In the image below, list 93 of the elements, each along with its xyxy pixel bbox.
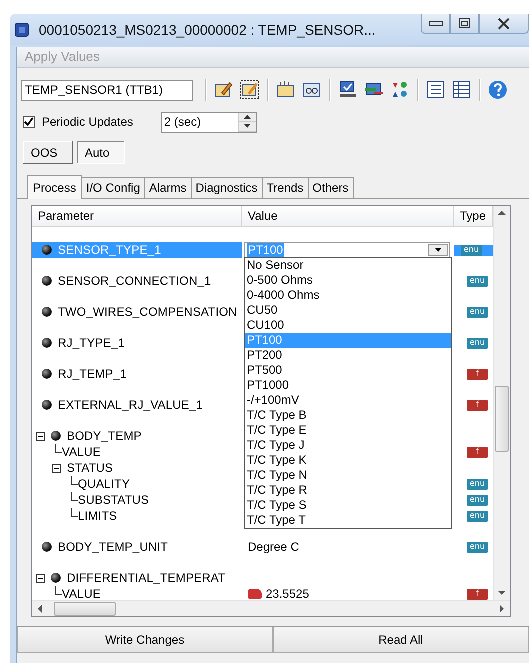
parameter-bullet-icon bbox=[42, 245, 52, 255]
footer-button[interactable]: Read All bbox=[273, 627, 529, 653]
type-badge: f bbox=[467, 446, 488, 458]
dropdown-option[interactable]: T/C Type E bbox=[245, 423, 451, 438]
dropdown-option[interactable]: T/C Type J bbox=[245, 438, 451, 453]
edit-icon[interactable] bbox=[240, 80, 260, 100]
dropdown-option[interactable]: CU50 bbox=[245, 303, 451, 318]
minimize-icon bbox=[428, 21, 442, 26]
tab[interactable]: Process bbox=[27, 175, 82, 199]
list-icon[interactable] bbox=[426, 80, 446, 100]
collapse-icon[interactable] bbox=[36, 432, 45, 440]
periodic-updates-checkbox[interactable] bbox=[23, 116, 35, 128]
scroll-thumb[interactable] bbox=[495, 386, 509, 452]
parameter-name[interactable]: LIMITS bbox=[78, 509, 118, 523]
parameter-name[interactable]: QUALITY bbox=[78, 477, 130, 491]
parameter-name[interactable]: BODY_TEMP bbox=[67, 429, 142, 443]
parameter-name[interactable]: SENSOR_CONNECTION_1 bbox=[58, 274, 212, 288]
dropdown-option[interactable]: T/C Type B bbox=[245, 408, 451, 423]
type-badge: enu bbox=[467, 494, 488, 506]
parameter-name[interactable]: VALUE bbox=[62, 587, 101, 601]
interval-spinner[interactable]: 2 (sec) bbox=[161, 112, 258, 132]
restore-icon bbox=[458, 18, 472, 30]
parameter-name[interactable]: STATUS bbox=[67, 461, 114, 475]
dropdown-option[interactable]: PT1000 bbox=[245, 378, 451, 393]
parameter-value: Degree C bbox=[248, 540, 300, 554]
parameter-bullet-icon bbox=[42, 276, 52, 286]
folder-icon[interactable] bbox=[276, 80, 296, 100]
parameter-bullet-icon bbox=[51, 573, 61, 583]
table-icon[interactable] bbox=[452, 80, 472, 100]
minimize-button[interactable] bbox=[421, 14, 450, 34]
type-badge: enu bbox=[467, 478, 488, 490]
maximize-button[interactable] bbox=[450, 14, 479, 34]
parameter-bullet-icon bbox=[42, 369, 52, 379]
type-badge: enu bbox=[467, 510, 488, 522]
type-badge: f bbox=[467, 400, 488, 410]
dropdown-option[interactable]: PT500 bbox=[245, 363, 451, 378]
type-badge: enu bbox=[467, 306, 488, 318]
parameter-bullet-icon bbox=[42, 542, 52, 552]
mode-button[interactable]: Auto bbox=[77, 141, 125, 164]
footer-button[interactable]: Write Changes bbox=[17, 627, 273, 653]
mode-button[interactable]: OOS bbox=[23, 141, 73, 164]
dropdown-option[interactable]: No Sensor bbox=[245, 258, 451, 273]
parameter-bullet-icon bbox=[42, 400, 52, 410]
close-button[interactable] bbox=[479, 14, 529, 34]
collapse-icon[interactable] bbox=[52, 464, 61, 472]
help-icon[interactable] bbox=[488, 80, 508, 100]
parameter-name[interactable]: RJ_TEMP_1 bbox=[58, 367, 127, 381]
type-badge: enu bbox=[467, 338, 488, 348]
parameter-bullet-icon bbox=[51, 431, 61, 441]
type-badge: enu bbox=[467, 542, 488, 552]
dropdown-option[interactable]: T/C Type T bbox=[245, 513, 451, 528]
dropdown-option[interactable]: 0-500 Ohms bbox=[245, 273, 451, 288]
spin-up-icon[interactable] bbox=[244, 114, 252, 119]
vertical-scrollbar[interactable] bbox=[493, 206, 510, 600]
dropdown-option[interactable]: T/C Type R bbox=[245, 483, 451, 498]
type-badge: enu bbox=[467, 276, 488, 286]
periodic-updates-label: Periodic Updates bbox=[42, 115, 134, 129]
parameter-name[interactable]: VALUE bbox=[62, 445, 101, 459]
collapse-icon[interactable] bbox=[36, 574, 45, 582]
parameter-name[interactable]: DIFFERENTIAL_TEMPERAT bbox=[67, 571, 226, 585]
scroll-right-icon[interactable] bbox=[498, 604, 506, 614]
tab[interactable]: Others bbox=[308, 177, 354, 198]
dropdown-option[interactable]: PT200 bbox=[245, 348, 451, 363]
close-icon bbox=[497, 18, 511, 30]
spin-down-icon[interactable] bbox=[244, 124, 252, 128]
scroll-thumb[interactable] bbox=[54, 602, 116, 616]
block-name-field[interactable]: TEMP_SENSOR1 (TTB1) bbox=[21, 80, 193, 100]
dropdown-option[interactable]: CU100 bbox=[245, 318, 451, 333]
app-icon bbox=[15, 22, 29, 36]
column-header[interactable]: Parameter bbox=[32, 206, 242, 226]
type-badge: enu bbox=[461, 244, 482, 256]
monitor-icon[interactable] bbox=[338, 80, 358, 100]
dropdown-option[interactable]: T/C Type S bbox=[245, 498, 451, 513]
edit-icon[interactable] bbox=[214, 80, 234, 100]
window-title: 0001050213_MS0213_00000002 : TEMP_SENSOR... bbox=[39, 22, 377, 38]
scroll-left-icon[interactable] bbox=[36, 604, 44, 614]
type-badge: f bbox=[467, 368, 488, 380]
parameter-bullet-icon bbox=[42, 307, 52, 317]
dropdown-option[interactable]: T/C Type K bbox=[245, 453, 451, 468]
dropdown-arrow-icon[interactable] bbox=[434, 248, 442, 252]
parameter-name[interactable]: SUBSTATUS bbox=[78, 493, 150, 507]
horizontal-scrollbar[interactable] bbox=[32, 600, 510, 616]
parameter-name[interactable]: TWO_WIRES_COMPENSATION bbox=[58, 305, 238, 319]
parameter-name[interactable]: EXTERNAL_RJ_VALUE_1 bbox=[58, 398, 204, 412]
dropdown-option[interactable]: 0-4000 Ohms bbox=[245, 288, 451, 303]
parameter-bullet-icon bbox=[42, 338, 52, 348]
dropdown-option[interactable]: -/+100mV bbox=[245, 393, 451, 408]
parameter-name[interactable]: RJ_TYPE_1 bbox=[58, 336, 125, 350]
parameter-name[interactable]: BODY_TEMP_UNIT bbox=[58, 540, 168, 554]
column-header[interactable]: Value bbox=[242, 206, 454, 226]
type-badge: f bbox=[467, 588, 488, 600]
parameter-value: 23.5525 bbox=[266, 587, 310, 601]
dropdown-option[interactable]: T/C Type N bbox=[245, 468, 451, 483]
